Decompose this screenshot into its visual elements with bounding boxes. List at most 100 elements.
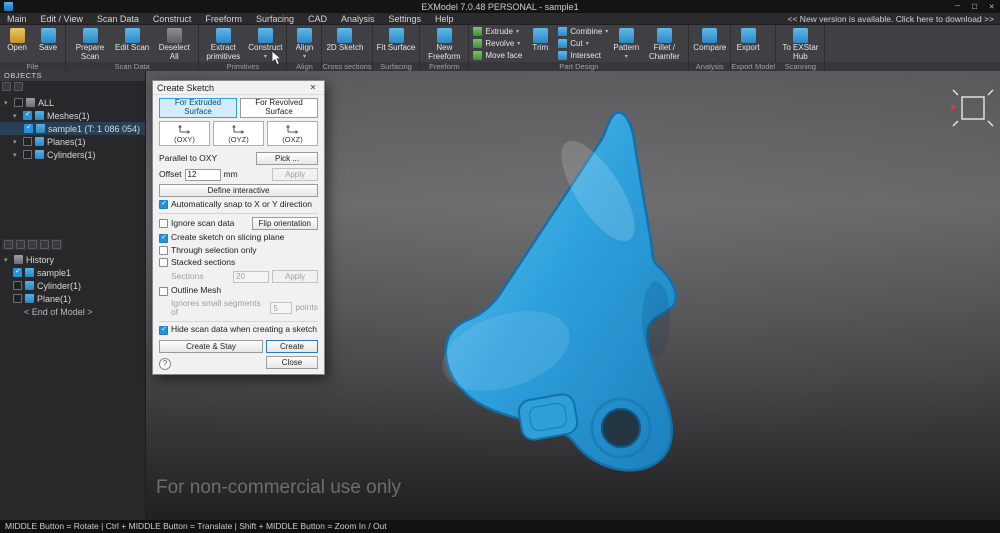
menu-analysis[interactable]: Analysis (334, 13, 382, 25)
sections-apply-button[interactable]: Apply (272, 270, 318, 283)
dropdown-arrow-icon[interactable]: ▾ (517, 40, 520, 47)
2d-sketch-button[interactable]: 2D Sketch (324, 26, 365, 61)
plane-oyz-button[interactable]: (OYZ) (213, 121, 264, 146)
menu-help[interactable]: Help (428, 13, 461, 25)
revolve-button[interactable]: Revolve ▾ (473, 38, 522, 49)
menu-cad[interactable]: CAD (301, 13, 334, 25)
offset-input[interactable] (185, 169, 221, 181)
checkbox[interactable] (13, 281, 22, 290)
prepare-scan-button[interactable]: Prepare Scan (68, 26, 112, 61)
for-extruded-surface-button[interactable]: For Extruded Surface (159, 98, 237, 118)
checkbox[interactable] (13, 294, 22, 303)
expander-icon[interactable]: ▾ (4, 99, 11, 107)
checkbox[interactable] (24, 124, 33, 133)
history-tool-icon[interactable] (28, 240, 37, 249)
hide-scan-checkbox[interactable] (159, 326, 168, 335)
sections-input[interactable] (233, 271, 269, 283)
tree-item-meshes[interactable]: ▾ Meshes(1) (0, 109, 145, 122)
expander-icon[interactable]: ▾ (13, 151, 20, 159)
extract-primitives-button[interactable]: Extract primitives (201, 26, 245, 61)
compare-button[interactable]: Compare (691, 26, 728, 61)
ignore-small-input[interactable] (270, 302, 292, 314)
history-tool-icon[interactable] (40, 240, 49, 249)
to-exstar-hub-button[interactable]: To EXStar Hub (778, 26, 822, 61)
history-tool-icon[interactable] (52, 240, 61, 249)
menu-main[interactable]: Main (0, 13, 34, 25)
cut-button[interactable]: Cut ▾ (558, 38, 608, 49)
expander-icon[interactable]: ▾ (4, 256, 11, 264)
combine-button[interactable]: Combine ▾ (558, 26, 608, 37)
define-interactive-button[interactable]: Define interactive (159, 184, 318, 197)
dialog-title-bar[interactable]: Create Sketch ✕ (153, 81, 324, 95)
checkbox[interactable] (14, 98, 23, 107)
close-button[interactable]: ✕ (983, 0, 1000, 13)
move-face-button[interactable]: Move face (473, 50, 522, 61)
menu-surfacing[interactable]: Surfacing (249, 13, 301, 25)
menu-construct[interactable]: Construct (146, 13, 199, 25)
checkbox[interactable] (13, 268, 22, 277)
update-notice-link[interactable]: << New version is available. Click here … (788, 14, 1000, 24)
create-button[interactable]: Create (266, 340, 318, 353)
menu-freeform[interactable]: Freeform (198, 13, 249, 25)
history-header[interactable]: ▾ History (0, 253, 145, 266)
edit-scan-button[interactable]: Edit Scan (113, 26, 151, 61)
tree-item-all[interactable]: ▾ ALL (0, 96, 145, 109)
history-item-end-of-model[interactable]: < End of Model > (0, 305, 145, 318)
tree-item-sample1[interactable]: sample1 (T: 1 086 054) (0, 122, 145, 135)
fillet-chamfer-button[interactable]: Fillet / Chamfer ▾ (642, 26, 686, 61)
offset-apply-button[interactable]: Apply (272, 168, 318, 181)
minimize-button[interactable]: ─ (949, 0, 966, 13)
menu-scan-data[interactable]: Scan Data (90, 13, 146, 25)
dialog-close-icon[interactable]: ✕ (306, 83, 320, 92)
expander-icon[interactable]: ▾ (13, 112, 20, 120)
stacked-sections-checkbox[interactable] (159, 258, 168, 267)
dropdown-arrow-icon[interactable]: ▾ (303, 54, 306, 60)
save-button[interactable]: Save (33, 26, 63, 61)
new-freeform-button[interactable]: New Freeform (422, 26, 466, 61)
history-item-sample1[interactable]: sample1 (0, 266, 145, 279)
trim-button[interactable]: Trim (525, 26, 555, 61)
tree-item-cylinders[interactable]: ▾ Cylinders(1) (0, 148, 145, 161)
history-item-cylinder[interactable]: Cylinder(1) (0, 279, 145, 292)
flip-orientation-button[interactable]: Flip orientation (252, 217, 318, 230)
through-selection-checkbox[interactable] (159, 246, 168, 255)
deselect-all-button[interactable]: Deselect All (152, 26, 196, 61)
export-button[interactable]: Export (733, 26, 763, 61)
slicing-plane-checkbox[interactable] (159, 234, 168, 243)
align-button[interactable]: Align ▾ (289, 26, 319, 61)
checkbox[interactable] (23, 111, 32, 120)
history-tool-icon[interactable] (16, 240, 25, 249)
objects-tool-icon[interactable] (14, 82, 23, 91)
checkbox[interactable] (23, 150, 32, 159)
for-revolved-surface-button[interactable]: For Revolved Surface (240, 98, 318, 118)
history-tool-icon[interactable] (4, 240, 13, 249)
expander-icon[interactable]: ▾ (13, 138, 20, 146)
dropdown-arrow-icon[interactable]: ▾ (625, 54, 628, 60)
open-button[interactable]: Open (2, 26, 32, 61)
dialog-close-button[interactable]: Close (266, 356, 318, 369)
group-label-export-model: Export Model (731, 62, 775, 71)
fit-surface-button[interactable]: Fit Surface (375, 26, 418, 61)
help-button[interactable]: ? (159, 358, 171, 370)
intersect-button[interactable]: Intersect (558, 50, 608, 61)
snap-checkbox[interactable] (159, 200, 168, 209)
menu-edit-view[interactable]: Edit / View (34, 13, 90, 25)
extrude-button[interactable]: Extrude ▾ (473, 26, 522, 37)
pick-button[interactable]: Pick ... (256, 152, 318, 165)
create-and-stay-button[interactable]: Create & Stay (159, 340, 263, 353)
outline-mesh-checkbox[interactable] (159, 287, 168, 296)
plane-oxz-button[interactable]: (OXZ) (267, 121, 318, 146)
dropdown-arrow-icon[interactable]: ▾ (586, 40, 589, 47)
dropdown-arrow-icon[interactable]: ▾ (605, 28, 608, 35)
history-item-plane[interactable]: Plane(1) (0, 292, 145, 305)
dropdown-arrow-icon[interactable]: ▾ (264, 54, 267, 60)
objects-tool-icon[interactable] (2, 82, 11, 91)
plane-oxy-button[interactable]: (OXY) (159, 121, 210, 146)
menu-settings[interactable]: Settings (382, 13, 429, 25)
maximize-button[interactable]: ☐ (966, 0, 983, 13)
tree-item-planes[interactable]: ▾ Planes(1) (0, 135, 145, 148)
checkbox[interactable] (23, 137, 32, 146)
dropdown-arrow-icon[interactable]: ▾ (516, 28, 519, 35)
pattern-button[interactable]: Pattern ▾ (611, 26, 641, 61)
ignore-scan-checkbox[interactable] (159, 219, 168, 228)
